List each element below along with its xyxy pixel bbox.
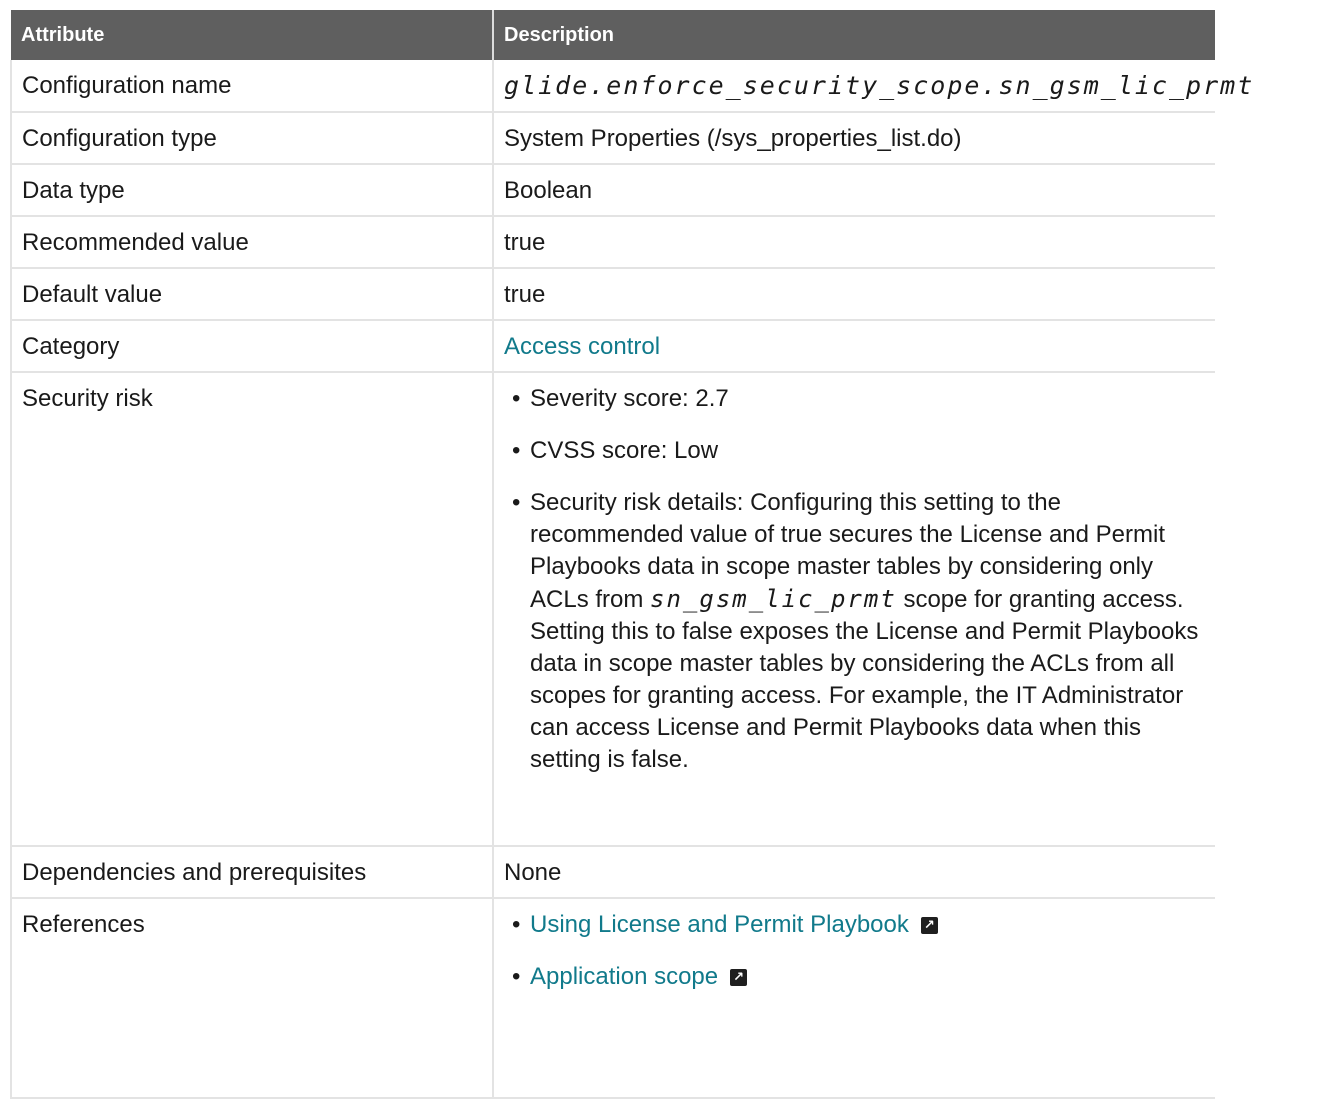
severity-score-item: Severity score: 2.7 (512, 383, 1205, 415)
description-cell: Access control (493, 320, 1215, 373)
table-row-recommended-value: Recommended value true (10, 216, 1215, 269)
description-cell: true (493, 216, 1215, 269)
attribute-cell: Configuration name (10, 60, 494, 113)
table-row-configuration-name: Configuration name glide.enforce_securit… (10, 60, 1252, 113)
scope-name-code: sn_gsm_lic_prmt (650, 585, 897, 613)
table-row-security-risk: Security risk Severity score: 2.7 CVSS s… (10, 372, 1215, 847)
external-link-icon[interactable]: ↗ (730, 969, 748, 987)
table-row-data-type: Data type Boolean (10, 164, 1215, 217)
security-risk-list: Severity score: 2.7 CVSS score: Low Secu… (504, 383, 1205, 776)
description-cell: Using License and Permit Playbook ↗ Appli… (493, 898, 1215, 1099)
external-link-icon[interactable]: ↗ (920, 917, 938, 935)
description-column-header: Description (493, 10, 1215, 60)
category-link[interactable]: Access control (504, 333, 660, 360)
description-cell: true (493, 268, 1215, 321)
attribute-cell: Data type (10, 164, 494, 217)
configuration-table-container: Attribute Description Configuration name… (10, 10, 1252, 1099)
attribute-cell: Security risk (10, 372, 494, 847)
attribute-cell: Recommended value (10, 216, 494, 269)
using-license-permit-playbook-link[interactable]: Using License and Permit Playbook (530, 911, 909, 938)
attribute-cell: Category (10, 320, 494, 373)
reference-item: Using License and Permit Playbook ↗ (512, 909, 1205, 941)
description-cell: None (493, 846, 1215, 899)
table-row-dependencies: Dependencies and prerequisites None (10, 846, 1215, 899)
description-cell: Boolean (493, 164, 1215, 217)
description-cell: glide.enforce_security_scope.sn_gsm_lic_… (493, 60, 1252, 113)
cvss-score-item: CVSS score: Low (512, 435, 1205, 467)
table-header-row: Attribute Description (11, 10, 1215, 60)
attribute-cell: Configuration type (10, 112, 494, 165)
description-cell: System Properties (/sys_properties_list.… (493, 112, 1215, 165)
table-row-configuration-type: Configuration type System Properties (/s… (10, 112, 1215, 165)
attribute-cell: Dependencies and prerequisites (10, 846, 494, 899)
table-row-category: Category Access control (10, 320, 1215, 373)
attribute-column-header: Attribute (11, 10, 494, 60)
table-row-references: References Using License and Permit Play… (10, 898, 1215, 1099)
configuration-table: Attribute Description Configuration name… (10, 10, 1252, 1099)
risk-details-text-end: scope for granting access. Setting this … (530, 586, 1199, 773)
security-risk-details-item: Security risk details: Configuring this … (512, 487, 1205, 776)
references-list: Using License and Permit Playbook ↗ Appli… (504, 909, 1205, 993)
table-row-default-value: Default value true (10, 268, 1215, 321)
application-scope-link[interactable]: Application scope (530, 963, 718, 990)
attribute-cell: Default value (10, 268, 494, 321)
description-cell: Severity score: 2.7 CVSS score: Low Secu… (493, 372, 1215, 847)
configuration-name-value: glide.enforce_security_scope.sn_gsm_lic_… (504, 71, 1255, 100)
reference-item: Application scope ↗ (512, 961, 1205, 993)
attribute-cell: References (10, 898, 494, 1099)
